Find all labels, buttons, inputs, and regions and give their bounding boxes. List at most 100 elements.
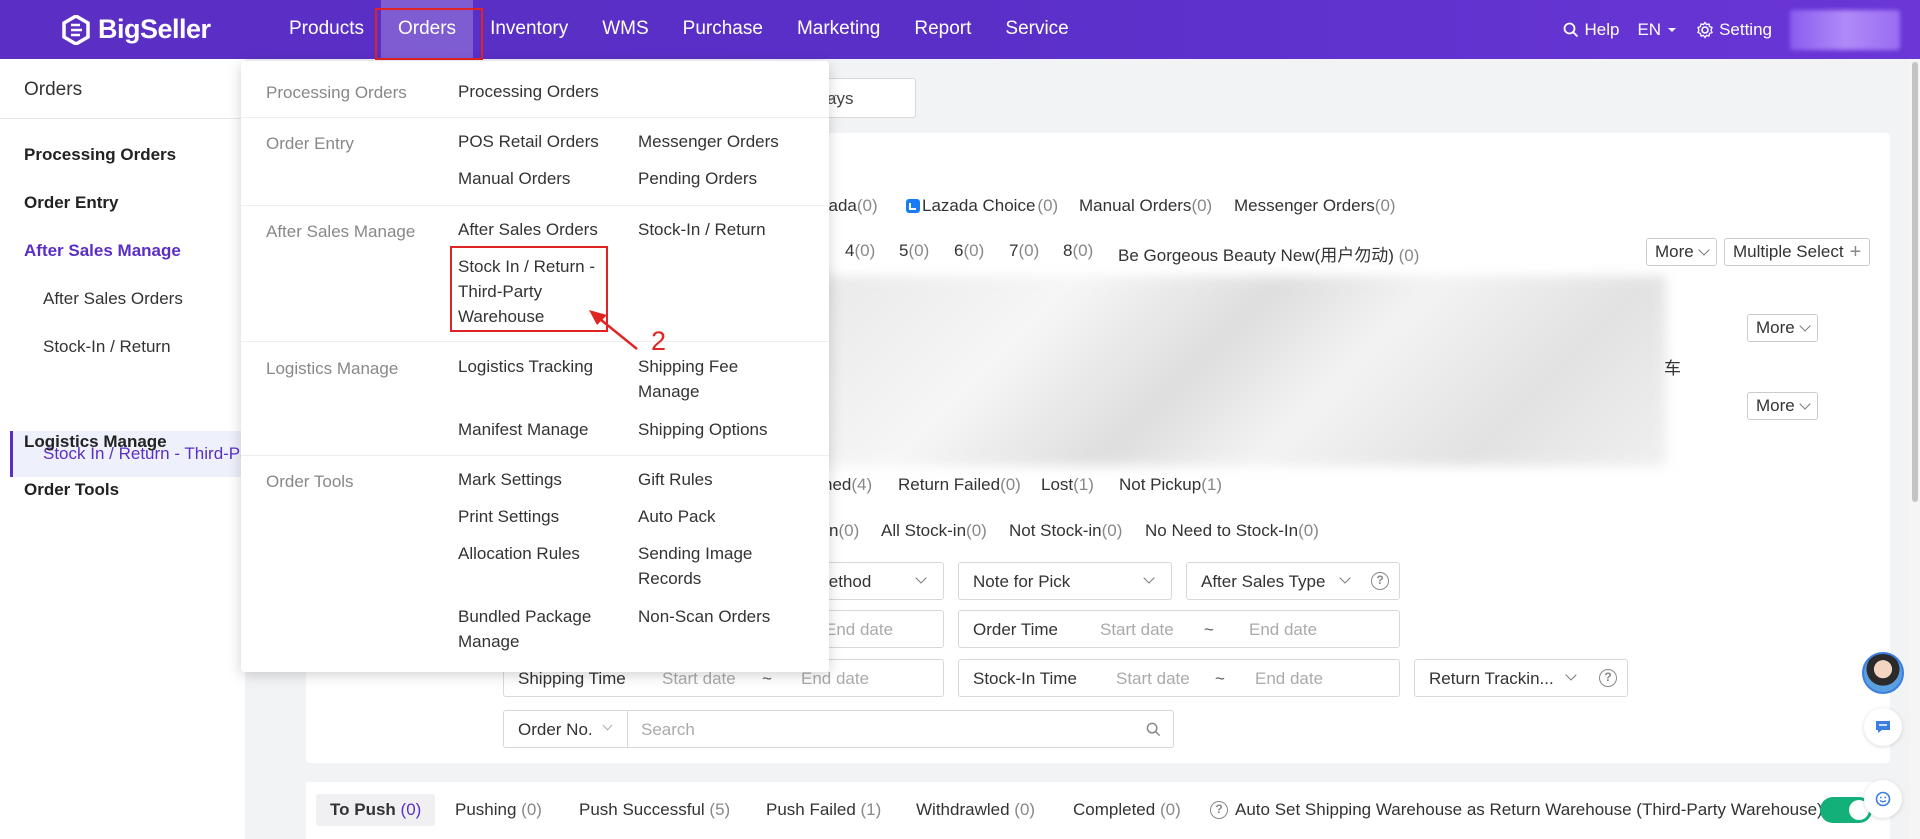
stock-tab-all-stock-in[interactable]: All Stock-in(0) — [881, 521, 987, 541]
sidebar-item-order-entry[interactable]: Order Entry — [24, 193, 118, 213]
withdrawled-count: (0) — [1014, 800, 1036, 819]
shop-tab-4[interactable]: 4(0) — [845, 241, 875, 261]
more-button-2[interactable]: More — [1747, 392, 1818, 420]
tab-withdrawled[interactable]: Withdrawled (0) — [916, 800, 1035, 820]
dd-link-manual-orders[interactable]: Manual Orders — [458, 166, 570, 191]
date-range-partial-field[interactable]: End date — [810, 610, 944, 648]
account-avatar[interactable] — [1790, 9, 1900, 50]
sidebar-sub-stock-in-return[interactable]: Stock-In / Return — [43, 337, 171, 357]
chat-icon[interactable] — [1864, 708, 1902, 746]
lazada-choice-count: (0) — [1037, 196, 1059, 215]
note-for-pick-select[interactable]: Note for Pick — [958, 562, 1172, 600]
language-select[interactable]: EN — [1637, 20, 1678, 40]
shipping-time-start-placeholder: Start date — [662, 669, 736, 688]
return-failed-count: (0) — [1000, 475, 1021, 494]
order-no-select[interactable]: Order No. — [503, 710, 628, 748]
be-gorgeous-count: (0) — [1398, 246, 1420, 265]
bigseller-logo[interactable]: BigSeller — [62, 14, 211, 45]
dd-link-non-scan-orders[interactable]: Non-Scan Orders — [638, 604, 770, 629]
dd-link-mark-settings[interactable]: Mark Settings — [458, 467, 562, 492]
chevron-down-icon — [915, 572, 927, 584]
dd-link-allocation-rules[interactable]: Allocation Rules — [458, 541, 580, 566]
pushing-count: (0) — [521, 800, 542, 819]
plus-icon: + — [1849, 241, 1862, 263]
nav-wms[interactable]: WMS — [585, 0, 665, 59]
dd-link-manifest-manage[interactable]: Manifest Manage — [458, 417, 588, 442]
setting-link[interactable]: Setting — [1696, 20, 1772, 40]
dd-link-after-sales-orders[interactable]: After Sales Orders — [458, 217, 598, 242]
more-button-1[interactable]: More — [1747, 314, 1818, 342]
store-tab-manual-orders[interactable]: Manual Orders(0) — [1079, 196, 1212, 216]
shop-tab-7[interactable]: 7(0) — [1009, 241, 1039, 261]
chevron-down-icon — [1143, 572, 1155, 584]
return-tracking-select[interactable]: Return Trackin... ? — [1414, 659, 1628, 697]
shop-tab-6[interactable]: 6(0) — [954, 241, 984, 261]
order-search-input[interactable]: Search — [627, 710, 1174, 748]
nav-purchase[interactable]: Purchase — [666, 0, 780, 59]
dd-link-processing-orders[interactable]: Processing Orders — [458, 79, 599, 104]
stock-in-time-range[interactable]: Stock-In Time Start date ~ End date — [958, 659, 1400, 697]
dd-link-stock-in-return[interactable]: Stock-In / Return — [638, 217, 766, 242]
nav-report[interactable]: Report — [897, 0, 988, 59]
help-icon[interactable]: ? — [1599, 669, 1617, 687]
shop-tab-8[interactable]: 8(0) — [1063, 241, 1093, 261]
after-sales-type-select[interactable]: After Sales Type ? — [1186, 562, 1400, 600]
status-tab-return-failed[interactable]: Return Failed(0) — [898, 475, 1021, 495]
dd-link-print-settings[interactable]: Print Settings — [458, 504, 559, 529]
pushing-label: Pushing — [455, 800, 517, 819]
push-failed-count: (1) — [860, 800, 882, 819]
nav-products[interactable]: Products — [272, 0, 381, 59]
support-agent-avatar[interactable] — [1862, 652, 1904, 694]
order-time-label: Order Time — [973, 620, 1059, 639]
dd-link-shipping-options[interactable]: Shipping Options — [638, 417, 767, 442]
shop-tab-be-gorgeous[interactable]: Be Gorgeous Beauty New(用户勿动) (0) — [1118, 241, 1419, 266]
order-time-range[interactable]: Order Time Start date ~ End date — [958, 610, 1400, 648]
feedback-icon[interactable] — [1864, 780, 1902, 818]
sidebar-divider — [0, 118, 245, 119]
tab-push-successful[interactable]: Push Successful (5) — [579, 800, 730, 820]
tab-pushing[interactable]: Pushing (0) — [455, 800, 542, 820]
shop-6-count: (0) — [963, 241, 985, 260]
shop-more-button[interactable]: More — [1646, 238, 1717, 266]
shipping-method-select[interactable]: lethod — [810, 562, 944, 600]
store-tab-lazada-choice[interactable]: Lazada Choice (0) — [906, 196, 1058, 216]
scrollbar-thumb[interactable] — [1912, 62, 1918, 502]
dd-link-auto-pack[interactable]: Auto Pack — [638, 504, 716, 529]
shop-tab-5[interactable]: 5(0) — [899, 241, 929, 261]
stock-tab-not-stock-in[interactable]: Not Stock-in(0) — [1009, 521, 1122, 541]
search-icon[interactable] — [1146, 722, 1161, 737]
sidebar-item-logistics-manage[interactable]: Logistics Manage — [24, 432, 167, 452]
help-icon[interactable]: ? — [1210, 801, 1228, 819]
tab-push-failed[interactable]: Push Failed (1) — [766, 800, 881, 820]
dd-link-gift-rules[interactable]: Gift Rules — [638, 467, 713, 492]
sidebar-item-order-tools[interactable]: Order Tools — [24, 480, 119, 500]
multiple-select-button[interactable]: Multiple Select + — [1724, 238, 1871, 266]
not-stock-in-label: Not Stock-in — [1009, 521, 1102, 540]
dd-link-pending-orders[interactable]: Pending Orders — [638, 166, 757, 191]
stock-tab-no-need[interactable]: No Need to Stock-In(0) — [1145, 521, 1319, 541]
nav-service[interactable]: Service — [988, 0, 1085, 59]
status-tab-partial[interactable]: hed(4) — [823, 475, 872, 495]
dd-link-sending-image-records[interactable]: Sending Image Records — [638, 541, 768, 591]
dd-link-pos-retail-orders[interactable]: POS Retail Orders — [458, 129, 599, 154]
stock-tab-partial[interactable]: n(0) — [829, 521, 859, 541]
status-tab-lost[interactable]: Lost(1) — [1041, 475, 1094, 495]
status-tab-not-pickup[interactable]: Not Pickup(1) — [1119, 475, 1222, 495]
tab-to-push[interactable]: To Push (0) — [316, 794, 436, 826]
dd-link-messenger-orders[interactable]: Messenger Orders — [638, 129, 779, 154]
sidebar-item-processing-orders[interactable]: Processing Orders — [24, 145, 176, 165]
dd-link-shipping-fee-manage[interactable]: Shipping Fee Manage — [638, 354, 758, 404]
sidebar-item-after-sales-manage[interactable]: After Sales Manage — [24, 241, 181, 261]
dd-divider — [241, 455, 829, 456]
dd-link-logistics-tracking[interactable]: Logistics Tracking — [458, 354, 593, 379]
nav-marketing[interactable]: Marketing — [780, 0, 897, 59]
dd-link-bundled-package-manage[interactable]: Bundled Package Manage — [458, 604, 598, 654]
order-time-end-placeholder: End date — [1249, 620, 1318, 639]
tab-completed[interactable]: Completed (0) — [1073, 800, 1181, 820]
store-tab-messenger-orders[interactable]: Messenger Orders(0) — [1234, 196, 1396, 216]
no-need-count: (0) — [1298, 521, 1319, 540]
help-link[interactable]: Help — [1563, 20, 1619, 40]
help-icon[interactable]: ? — [1371, 572, 1389, 590]
nav-inventory[interactable]: Inventory — [473, 0, 585, 59]
sidebar-sub-after-sales-orders[interactable]: After Sales Orders — [43, 289, 183, 309]
